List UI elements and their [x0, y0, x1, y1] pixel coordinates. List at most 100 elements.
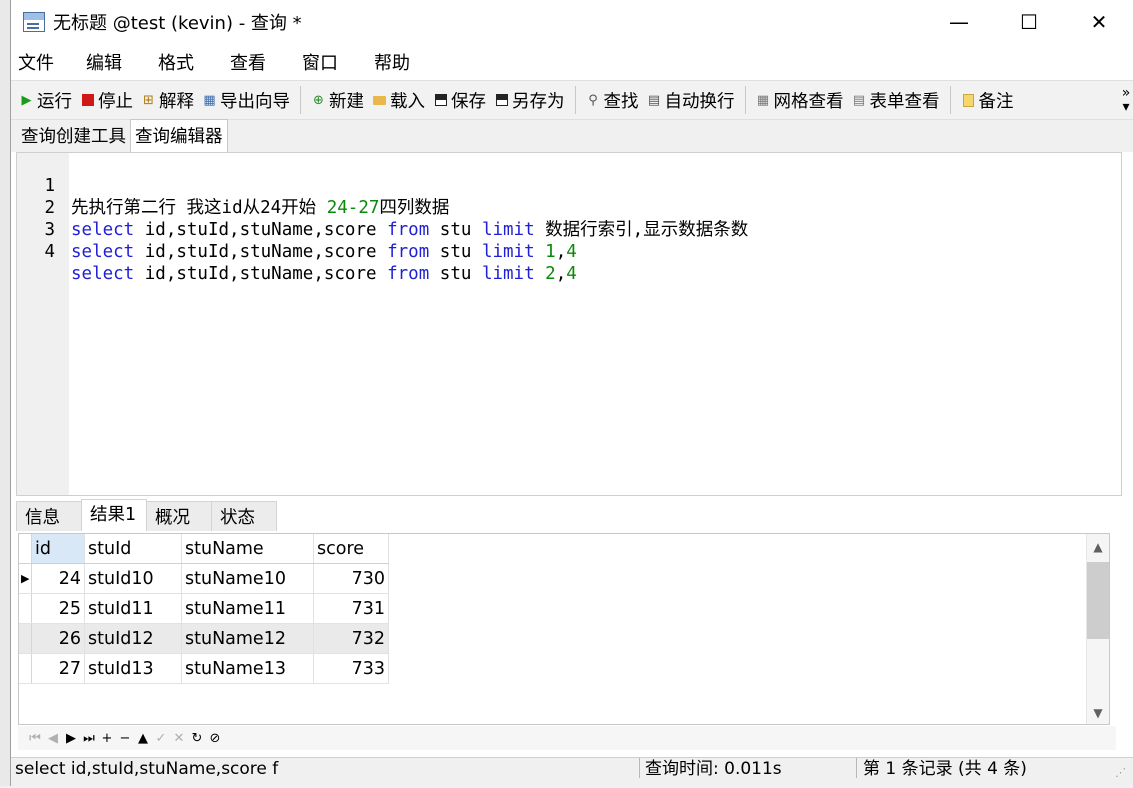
maximize-button[interactable]: ☐: [994, 0, 1064, 44]
title-bar: 无标题 @test (kevin) - 查询 * — ☐ ✕: [11, 0, 1133, 44]
form-view-label: 表单查看: [869, 91, 940, 112]
toolbar: ▶ 运行 停止 ⊞ 解释 ▦ 导出向导 ⊕ 新建 载入 保存 另存为 ⚲ 查找 …: [11, 80, 1133, 120]
cell-id[interactable]: 24: [31, 563, 85, 594]
minimize-button[interactable]: —: [924, 0, 994, 44]
find-button[interactable]: ⚲ 查找: [582, 85, 643, 115]
export-wizard-button[interactable]: ▦ 导出向导: [198, 85, 294, 115]
close-button[interactable]: ✕: [1064, 0, 1133, 44]
tab-result-1[interactable]: 结果1: [81, 499, 147, 531]
word-wrap-label: 自动换行: [664, 91, 735, 112]
column-header-stuname[interactable]: stuName: [181, 534, 314, 564]
cell-stuid[interactable]: stuId11: [84, 593, 182, 624]
cell-score[interactable]: 730: [313, 563, 389, 594]
cell-stuname[interactable]: stuName12: [181, 623, 314, 654]
result-grid[interactable]: id stuId stuName score ▶ 24 stuId10 stuN…: [18, 533, 1110, 725]
resize-grip-icon[interactable]: ⋰: [1115, 766, 1126, 779]
code-text: id,stuId,stuName,score: [134, 220, 388, 240]
editor-line: 2 select id,stuId,stuName,score from stu…: [17, 175, 748, 240]
new-button[interactable]: ⊕ 新建: [307, 85, 368, 115]
table-row[interactable]: 27 stuId13 stuName13 733: [19, 653, 389, 684]
next-record-icon[interactable]: ▶: [62, 731, 80, 746]
keyword: from: [387, 220, 430, 240]
tab-query-editor[interactable]: 查询编辑器: [130, 119, 228, 152]
tab-query-builder[interactable]: 查询创建工具: [17, 120, 130, 152]
load-label: 载入: [390, 91, 425, 112]
status-sql-text: select id,stuId,stuName,score f: [15, 759, 279, 779]
table-row[interactable]: 25 stuId11 stuName11 731: [19, 593, 389, 624]
menu-help[interactable]: 帮助: [365, 49, 419, 75]
edit-record-icon[interactable]: ▲: [134, 731, 152, 746]
stop-label: 停止: [98, 91, 133, 112]
sql-editor[interactable]: 1 先执行第二行 我这id从24开始 24-27四列数据 2 select id…: [16, 152, 1122, 496]
notes-button[interactable]: 备注: [957, 85, 1018, 115]
row-indicator: [19, 623, 32, 654]
menu-format[interactable]: 格式: [149, 49, 203, 75]
folder-icon: [372, 93, 387, 108]
last-record-icon[interactable]: ⏭: [80, 731, 98, 746]
previous-record-icon[interactable]: ◀: [44, 731, 62, 746]
query-window-icon: [23, 12, 45, 32]
word-wrap-button[interactable]: ▤ 自动换行: [643, 85, 739, 115]
editor-line: 1 先执行第二行 我这id从24开始 24-27四列数据: [17, 153, 449, 218]
scrollbar-thumb[interactable]: [1087, 562, 1109, 639]
status-query-time: 查询时间: 0.011s: [645, 759, 782, 779]
menu-window[interactable]: 窗口: [293, 49, 347, 75]
code-text: 数据行索引,显示数据条数: [534, 220, 749, 240]
cell-stuid[interactable]: stuId10: [84, 563, 182, 594]
column-header-score[interactable]: score: [313, 534, 389, 564]
table-row[interactable]: 26 stuId12 stuName12 732: [19, 623, 389, 654]
cell-score[interactable]: 731: [313, 593, 389, 624]
menu-view[interactable]: 查看: [221, 49, 275, 75]
cell-stuname[interactable]: stuName13: [181, 653, 314, 684]
menu-file[interactable]: 文件: [11, 49, 63, 75]
refresh-icon[interactable]: ↻: [188, 731, 206, 746]
keyword: select: [71, 242, 135, 262]
add-record-icon[interactable]: +: [98, 731, 116, 746]
keyword: limit: [481, 264, 535, 284]
scroll-down-icon[interactable]: ▼: [1087, 706, 1109, 720]
discard-changes-icon[interactable]: ✕: [170, 731, 188, 746]
save-as-button[interactable]: 另存为: [490, 85, 569, 115]
cell-stuname[interactable]: stuName10: [181, 563, 314, 594]
tab-profile[interactable]: 概况: [146, 501, 212, 531]
table-row[interactable]: ▶ 24 stuId10 stuName10 730: [19, 563, 389, 594]
explain-label: 解释: [159, 91, 194, 112]
code-text: id,stuId,stuName,score: [134, 264, 388, 284]
result-tab-strip: 信息 结果1 概况 状态: [16, 499, 277, 531]
stop-refresh-icon[interactable]: ⊘: [206, 731, 224, 746]
comment-text: 四列数据: [379, 198, 450, 218]
tab-status[interactable]: 状态: [211, 501, 277, 531]
apply-changes-icon[interactable]: ✓: [152, 731, 170, 746]
status-separator: [639, 758, 640, 778]
table-header-row: id stuId stuName score: [19, 534, 389, 564]
cell-stuid[interactable]: stuId12: [84, 623, 182, 654]
menu-edit[interactable]: 编辑: [77, 49, 131, 75]
stop-button[interactable]: 停止: [76, 85, 137, 115]
note-icon: [961, 93, 976, 108]
form-view-button[interactable]: ▤ 表单查看: [848, 85, 944, 115]
cell-score[interactable]: 733: [313, 653, 389, 684]
grid-vertical-scrollbar[interactable]: ▲ ▼: [1086, 534, 1109, 724]
scroll-up-icon[interactable]: ▲: [1087, 540, 1109, 554]
save-as-icon: [494, 93, 509, 108]
first-record-icon[interactable]: ⏮: [26, 731, 44, 746]
delete-record-icon[interactable]: −: [116, 731, 134, 746]
column-header-id[interactable]: id: [31, 534, 85, 564]
cell-stuname[interactable]: stuName11: [181, 593, 314, 624]
explain-button[interactable]: ⊞ 解释: [137, 85, 198, 115]
cell-score[interactable]: 732: [313, 623, 389, 654]
save-button[interactable]: 保存: [429, 85, 490, 115]
cell-stuid[interactable]: stuId13: [84, 653, 182, 684]
cell-id[interactable]: 26: [31, 623, 85, 654]
code-text: id,stuId,stuName,score: [134, 242, 388, 262]
load-button[interactable]: 载入: [368, 85, 429, 115]
code-text: ,: [555, 264, 567, 284]
run-button[interactable]: ▶ 运行: [15, 85, 76, 115]
cell-id[interactable]: 27: [31, 653, 85, 684]
cell-id[interactable]: 25: [31, 593, 85, 624]
column-header-stuid[interactable]: stuId: [84, 534, 182, 564]
tab-info[interactable]: 信息: [16, 501, 82, 531]
toolbar-overflow-button[interactable]: » ▾: [1118, 86, 1133, 114]
grid-view-button[interactable]: ▦ 网格查看: [752, 85, 848, 115]
